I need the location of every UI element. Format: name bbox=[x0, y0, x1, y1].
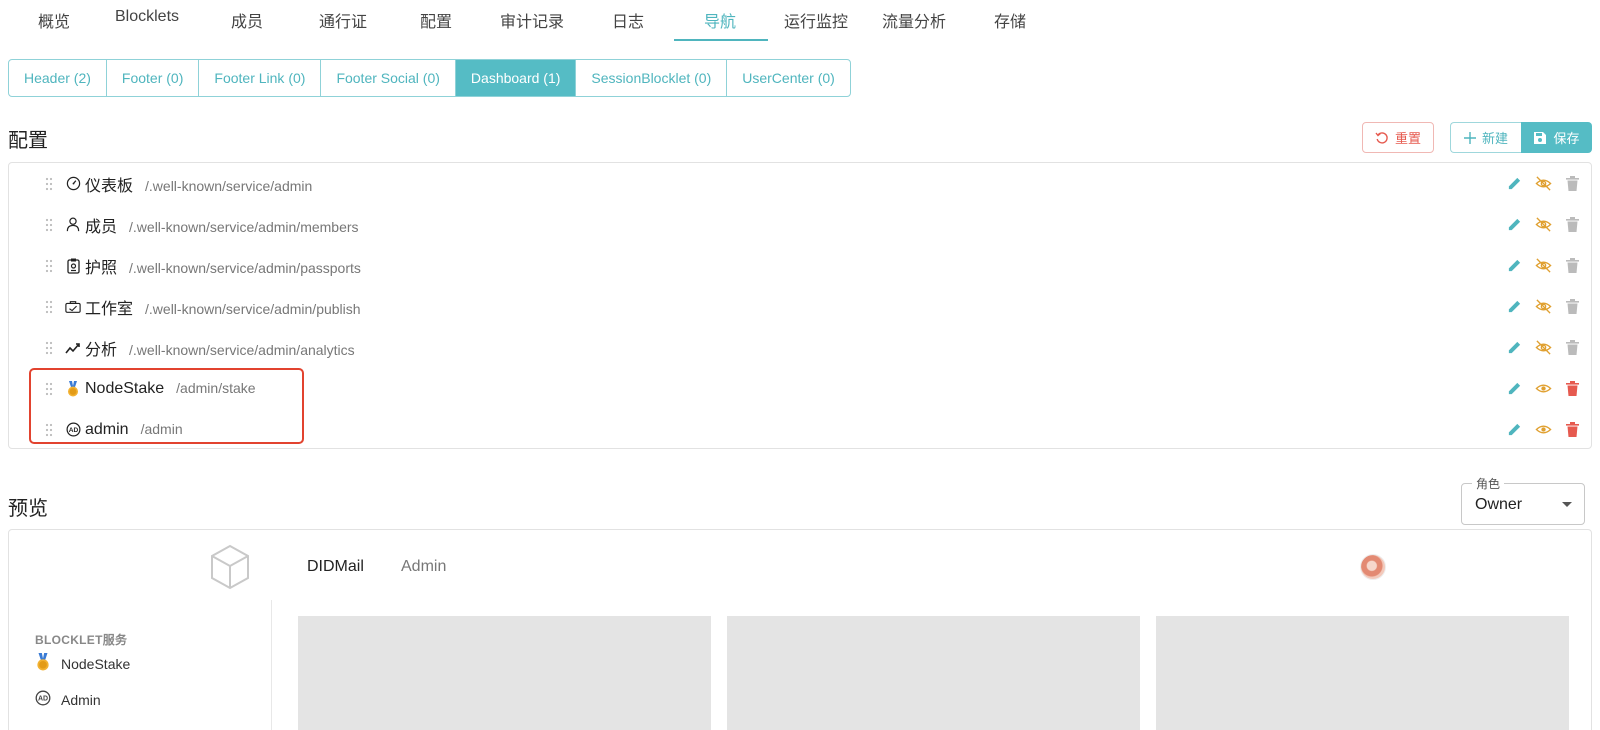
edit-icon[interactable] bbox=[1506, 421, 1523, 438]
nav-item-path: /.well-known/service/admin/passports bbox=[129, 259, 361, 276]
config-title: 配置 bbox=[8, 130, 48, 152]
segment-dashboard[interactable]: Dashboard (1) bbox=[455, 60, 577, 96]
eye-off-icon[interactable] bbox=[1535, 175, 1552, 192]
delete-icon[interactable] bbox=[1564, 175, 1581, 192]
tab-blocklets[interactable]: Blocklets bbox=[115, 0, 179, 42]
tab-overview[interactable]: 概览 bbox=[38, 0, 70, 42]
segment-footer[interactable]: Footer (0) bbox=[107, 60, 200, 96]
tab-navigation[interactable]: 导航 bbox=[704, 0, 736, 42]
medal-icon bbox=[35, 653, 51, 674]
passport-icon bbox=[65, 258, 81, 274]
nav-item-path: /.well-known/service/admin/analytics bbox=[129, 341, 355, 358]
sidebar-item-label: Admin bbox=[61, 691, 101, 708]
sidebar-item-nodestake[interactable]: NodeStake bbox=[35, 653, 130, 674]
new-button[interactable]: 新建 bbox=[1450, 122, 1521, 153]
save-icon bbox=[1534, 131, 1547, 144]
nav-item-title: 工作室 bbox=[85, 300, 134, 318]
new-label: 新建 bbox=[1481, 131, 1508, 146]
tab-audit-log[interactable]: 审计记录 bbox=[500, 0, 564, 42]
edit-icon[interactable] bbox=[1506, 380, 1523, 397]
role-select[interactable]: 角色 Owner bbox=[1461, 475, 1585, 525]
role-label: 角色 bbox=[1472, 475, 1505, 492]
preview-panel: DIDMail Admin BLOCKLET服务 NodeStake AD Ad… bbox=[8, 529, 1592, 730]
save-label: 保存 bbox=[1553, 131, 1580, 146]
eye-off-icon[interactable] bbox=[1535, 216, 1552, 233]
tab-traffic-analysis[interactable]: 流量分析 bbox=[882, 0, 946, 42]
delete-icon[interactable] bbox=[1564, 216, 1581, 233]
sidebar-section-label: BLOCKLET服务 bbox=[35, 633, 128, 647]
nav-section-selector: Header (2) Footer (0) Footer Link (0) Fo… bbox=[8, 59, 851, 97]
nav-item-title: 仪表板 bbox=[85, 177, 134, 195]
nav-item-row: 仪表板 /.well-known/service/admin bbox=[9, 163, 1591, 204]
nav-item-title: 成员 bbox=[85, 218, 118, 236]
nav-item-row: 护照 /.well-known/service/admin/passports bbox=[9, 245, 1591, 286]
tab-passports[interactable]: 通行证 bbox=[319, 0, 367, 42]
delete-icon[interactable] bbox=[1564, 298, 1581, 315]
active-tab-indicator bbox=[674, 39, 768, 41]
tab-storage[interactable]: 存储 bbox=[994, 0, 1026, 42]
preview-card bbox=[1156, 616, 1569, 730]
sidebar-item-label: NodeStake bbox=[61, 655, 131, 672]
segment-header[interactable]: Header (2) bbox=[9, 60, 107, 96]
avatar[interactable] bbox=[1360, 554, 1386, 580]
edit-icon[interactable] bbox=[1506, 298, 1523, 315]
eye-icon[interactable] bbox=[1535, 421, 1552, 438]
cube-logo-icon bbox=[209, 544, 251, 595]
tab-logs[interactable]: 日志 bbox=[612, 0, 644, 42]
preview-app-name: DIDMail bbox=[307, 558, 364, 575]
chevron-down-icon bbox=[1562, 502, 1572, 507]
eye-off-icon[interactable] bbox=[1535, 257, 1552, 274]
edit-icon[interactable] bbox=[1506, 257, 1523, 274]
reset-icon bbox=[1375, 131, 1388, 144]
reset-button[interactable]: 重置 bbox=[1362, 122, 1434, 153]
edit-icon[interactable] bbox=[1506, 339, 1523, 356]
segment-user-center[interactable]: UserCenter (0) bbox=[727, 60, 850, 96]
tab-members[interactable]: 成员 bbox=[231, 0, 263, 42]
delete-icon[interactable] bbox=[1564, 257, 1581, 274]
drag-handle-icon[interactable] bbox=[45, 218, 53, 232]
nav-item-row: 工作室 /.well-known/service/admin/publish bbox=[9, 286, 1591, 327]
drag-handle-icon[interactable] bbox=[45, 300, 53, 314]
preview-card bbox=[727, 616, 1140, 730]
plus-icon bbox=[1463, 131, 1476, 144]
segment-footer-link[interactable]: Footer Link (0) bbox=[199, 60, 322, 96]
role-value: Owner bbox=[1475, 496, 1523, 513]
save-button[interactable]: 保存 bbox=[1521, 122, 1592, 153]
segment-footer-social[interactable]: Footer Social (0) bbox=[321, 60, 456, 96]
nav-item-row: 分析 /.well-known/service/admin/analytics bbox=[9, 327, 1591, 368]
nav-item-title: 护照 bbox=[85, 259, 118, 277]
nav-item-path: /.well-known/service/admin bbox=[145, 177, 313, 194]
preview-card bbox=[298, 616, 711, 730]
edit-icon[interactable] bbox=[1506, 216, 1523, 233]
svg-text:AD: AD bbox=[38, 696, 48, 703]
eye-icon[interactable] bbox=[1535, 380, 1552, 397]
tab-runtime-monitor[interactable]: 运行监控 bbox=[784, 0, 848, 42]
studio-icon bbox=[65, 299, 81, 315]
edit-icon[interactable] bbox=[1506, 175, 1523, 192]
eye-off-icon[interactable] bbox=[1535, 298, 1552, 315]
preview-title: 预览 bbox=[8, 498, 48, 520]
sidebar-divider bbox=[271, 600, 272, 730]
annotation-highlight-box bbox=[29, 368, 304, 444]
ad-icon: AD bbox=[35, 690, 51, 709]
eye-off-icon[interactable] bbox=[1535, 339, 1552, 356]
nav-item-path: /.well-known/service/admin/members bbox=[129, 218, 359, 235]
nav-item-row: 成员 /.well-known/service/admin/members bbox=[9, 204, 1591, 245]
tab-config[interactable]: 配置 bbox=[420, 0, 452, 42]
drag-handle-icon[interactable] bbox=[45, 259, 53, 273]
nav-item-title: 分析 bbox=[85, 341, 118, 359]
delete-icon[interactable] bbox=[1564, 339, 1581, 356]
segment-session-blocklet[interactable]: SessionBlocklet (0) bbox=[576, 60, 728, 96]
drag-handle-icon[interactable] bbox=[45, 177, 53, 191]
drag-handle-icon[interactable] bbox=[45, 341, 53, 355]
sidebar-item-admin[interactable]: AD Admin bbox=[35, 690, 101, 709]
analytics-icon bbox=[65, 340, 81, 356]
user-icon bbox=[65, 217, 81, 233]
dashboard-icon bbox=[65, 176, 81, 192]
preview-nav-admin[interactable]: Admin bbox=[401, 558, 446, 576]
reset-label: 重置 bbox=[1394, 131, 1421, 146]
delete-icon[interactable] bbox=[1564, 380, 1581, 397]
nav-item-path: /.well-known/service/admin/publish bbox=[145, 300, 361, 317]
delete-icon[interactable] bbox=[1564, 421, 1581, 438]
